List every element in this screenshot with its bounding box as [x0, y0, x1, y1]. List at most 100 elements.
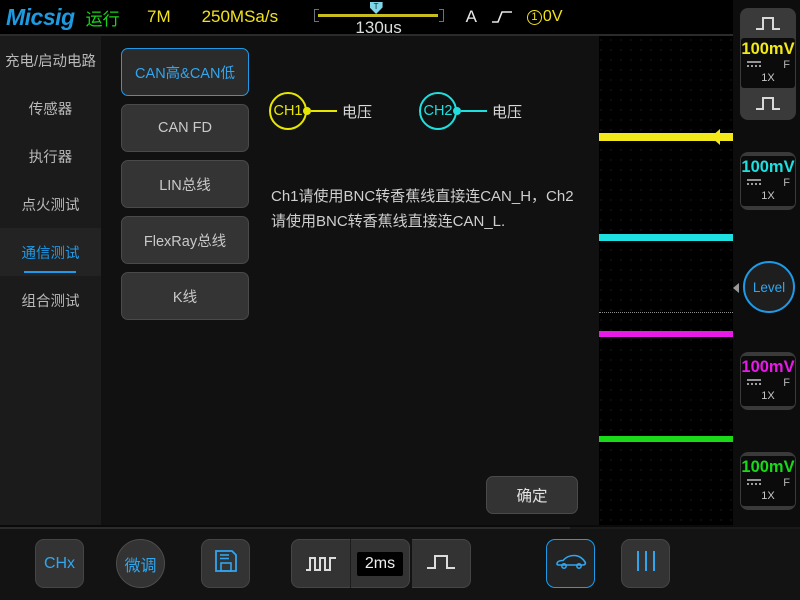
channel-control-ch4[interactable]: 100mV F 1X [740, 452, 796, 510]
channel-connector-dot [303, 107, 311, 115]
save-floppy-icon [213, 548, 239, 579]
channel-value-box-ch4[interactable]: 100mV F 1X [741, 456, 795, 506]
sidebar-item-ignition-test[interactable]: 点火测试 [0, 180, 101, 228]
sidebar-item-label: 点火测试 [21, 197, 80, 214]
auto-diagnostics-button[interactable] [546, 539, 595, 588]
sidebar-item-label: 执行器 [28, 149, 73, 166]
measure-bars-button[interactable] [621, 539, 670, 588]
fine-adjust-button[interactable]: 微调 [116, 539, 165, 588]
protocol-option-list: CAN高&CAN低 CAN FD LIN总线 FlexRay总线 K线 [121, 48, 249, 320]
option-button-flexray-bus[interactable]: FlexRay总线 [121, 216, 249, 264]
dc-coupling-icon [746, 377, 762, 389]
timebase-value-display[interactable]: 2ms [351, 540, 409, 587]
timebase-control-group[interactable]: 2ms [291, 539, 410, 588]
channel-wire [311, 110, 337, 112]
waveform-display[interactable] [599, 36, 733, 525]
channel-control-ch1[interactable]: 100mV F 1X [740, 8, 796, 120]
level-pointer-icon [733, 283, 739, 293]
option-button-can-fd[interactable]: CAN FD [121, 104, 249, 152]
channel-wire [461, 110, 487, 112]
waveform-trace-ch3 [599, 331, 733, 337]
save-button[interactable] [201, 539, 250, 588]
sidebar-item-communication-test[interactable]: 通信测试 [0, 228, 101, 276]
option-button-lin-bus[interactable]: LIN总线 [121, 160, 249, 208]
dc-coupling-icon [746, 59, 762, 71]
bandwidth-label: F [783, 177, 790, 189]
probe-ratio-label: 1X [761, 390, 775, 402]
sample-rate-value: 250MSa/s [201, 7, 279, 26]
channel-control-ch2[interactable]: 100mV F 1X [740, 152, 796, 210]
channel-connector-dot [453, 107, 461, 115]
run-status-label[interactable]: 运行 [86, 5, 120, 30]
instruction-text: Ch1请使用BNC转香蕉线直接连CAN_H，Ch2 请使用BNC转香蕉线直接连C… [271, 188, 574, 230]
waveform-trace-ch1 [599, 129, 733, 145]
sidebar-item-sensor[interactable]: 传感器 [0, 84, 101, 132]
trigger-marker-icon[interactable]: T [369, 2, 383, 14]
bandwidth-label: F [783, 477, 790, 489]
chx-button[interactable]: CHx [35, 539, 84, 588]
level-knob-label: Level [752, 279, 786, 295]
waveform-center-line [599, 312, 733, 313]
toolbar-divider [0, 527, 570, 529]
confirm-button[interactable]: 确定 [486, 476, 578, 514]
option-button-can-high-low[interactable]: CAN高&CAN低 [121, 48, 249, 96]
channel-control-rail: 100mV F 1X 100mV F 1X Level 100mV F 1X 1… [733, 0, 800, 527]
channel-badge-ch2: CH2 [419, 92, 457, 130]
probe-ratio-label: 1X [761, 72, 775, 84]
channel-value-box-ch1[interactable]: 100mV F 1X [741, 38, 795, 88]
acquisition-info[interactable]: 7M 250MSa/s [131, 2, 294, 32]
memory-bar [317, 14, 438, 17]
rising-edge-icon [491, 9, 513, 25]
sidebar-item-charging[interactable]: 充电/启动电路 [0, 36, 101, 84]
single-pulse-icon [426, 553, 456, 575]
trigger-info[interactable]: A 1 0V [466, 7, 563, 27]
waveform-trace-ch4 [599, 436, 733, 442]
dc-coupling-icon [746, 177, 762, 189]
option-label: CAN高&CAN低 [135, 65, 235, 82]
channel-assignment-row: CH1 电压 CH2 电压 [269, 92, 579, 138]
trigger-level-knob[interactable]: Level [743, 261, 795, 313]
channel-badge-ch1: CH1 [269, 92, 307, 130]
sidebar-item-combination-test[interactable]: 组合测试 [0, 276, 101, 324]
brand-logo: Micsig [6, 3, 75, 30]
channel-assignment-ch1[interactable]: CH1 电压 [269, 92, 372, 130]
content-panel: CAN高&CAN低 CAN FD LIN总线 FlexRay总线 K线 CH1 … [101, 36, 599, 525]
option-label: CAN FD [158, 120, 212, 136]
channel-value-box-ch3[interactable]: 100mV F 1X [741, 356, 795, 406]
single-pulse-button[interactable] [412, 539, 471, 588]
timebase-value: 2ms [356, 551, 404, 576]
vertical-bars-icon [633, 549, 659, 578]
sidebar-item-label: 组合测试 [21, 293, 80, 310]
memory-depth-value: 7M [147, 7, 171, 26]
confirm-button-label: 确定 [516, 488, 548, 505]
channel-assignment-ch2[interactable]: CH2 电压 [419, 92, 522, 130]
sidebar-item-label: 传感器 [28, 101, 73, 118]
probe-ratio-label: 1X [761, 490, 775, 502]
oscilloscope-screen: Micsig 运行 7M 250MSa/s T 130us A 1 0V 充电/… [0, 0, 800, 600]
option-button-k-line[interactable]: K线 [121, 272, 249, 320]
volts-per-div-value: 100mV [741, 40, 795, 58]
trigger-level-arrow-icon[interactable] [711, 126, 733, 148]
waveform-trace-ch2 [599, 234, 733, 241]
increase-pulse-icon[interactable] [740, 8, 796, 38]
car-icon [555, 551, 587, 576]
memory-position-widget[interactable]: T 130us [313, 0, 444, 37]
bottom-toolbar: CHx 微调 2ms [0, 527, 800, 600]
bandwidth-label: F [783, 59, 790, 71]
channel-control-ch3[interactable]: 100mV F 1X [740, 352, 796, 410]
trigger-channel-badge: 1 [526, 9, 542, 25]
toolbar-divider-right [570, 527, 800, 529]
chx-button-label: CHx [43, 554, 76, 572]
decrease-pulse-icon[interactable] [740, 88, 796, 118]
channel-measurement-label: 电压 [492, 103, 523, 121]
dc-coupling-icon [746, 477, 762, 489]
channel-value-box-ch2[interactable]: 100mV F 1X [741, 156, 795, 206]
volts-per-div-value: 100mV [741, 458, 795, 476]
option-label: FlexRay总线 [143, 233, 227, 250]
trigger-source-label: A [465, 7, 477, 26]
option-label: LIN总线 [159, 177, 211, 194]
trigger-level-text: 0V [542, 8, 563, 25]
fine-adjust-label: 微调 [124, 557, 157, 575]
pulse-train-icon[interactable] [292, 540, 350, 587]
sidebar-item-actuator[interactable]: 执行器 [0, 132, 101, 180]
